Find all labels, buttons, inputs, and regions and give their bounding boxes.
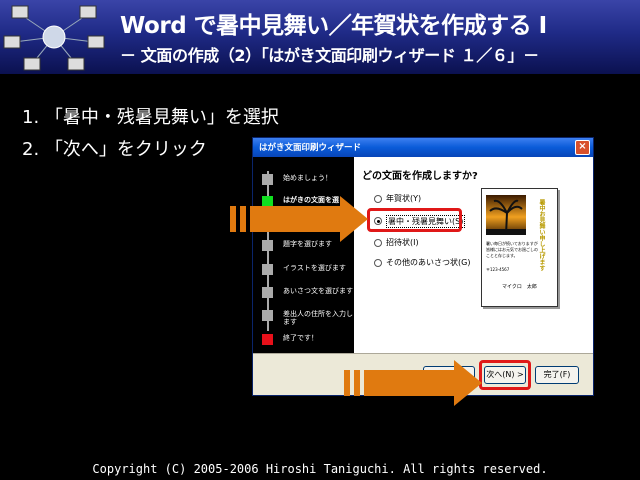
preview-postal-code: 〒123-4567 bbox=[486, 267, 510, 272]
sidebar-step-sender: 差出人の住所を入力します bbox=[253, 307, 354, 327]
wizard-window: はがき文面印刷ウィザード × 始めましょう！ はがきの文面を選 題字を選びます … bbox=[252, 137, 594, 396]
palm-sunset-illustration bbox=[486, 195, 526, 236]
slide-subtitle: － 文面の作成（2）「はがき文面印刷ウィザード １／６」－ bbox=[120, 46, 539, 65]
radio-label[interactable]: 年賀状(Y) bbox=[386, 193, 421, 204]
step-marker-icon bbox=[262, 310, 273, 321]
highlight-box-next bbox=[479, 360, 531, 390]
wizard-titlebar[interactable]: はがき文面印刷ウィザード × bbox=[253, 138, 593, 157]
wizard-step-sidebar: 始めましょう！ はがきの文面を選 題字を選びます イラストを選びます あいさつ文… bbox=[253, 157, 354, 353]
arrow-to-option-icon bbox=[230, 196, 368, 242]
finish-button[interactable]: 完了(F) bbox=[535, 366, 579, 384]
sidebar-step-greeting: あいさつ文を選びます bbox=[253, 284, 354, 304]
radio-label[interactable]: その他のあいさつ状(G) bbox=[386, 257, 470, 268]
copyright-notice: Copyright (C) 2005-2006 Hiroshi Taniguch… bbox=[92, 462, 548, 476]
sidebar-step-illustration: イラストを選びます bbox=[253, 261, 354, 281]
sidebar-step-label: 終了です！ bbox=[283, 334, 318, 342]
sidebar-step-label: あいさつ文を選びます bbox=[283, 287, 353, 295]
preview-text-line: ことと存じます。 bbox=[486, 253, 518, 258]
wizard-main-panel: どの文面を作成しますか? 年賀状(Y) 暑中・残暑見舞い(S) 招待状(I) そ… bbox=[354, 157, 593, 353]
sidebar-step-start: 始めましょう！ bbox=[253, 171, 354, 191]
network-computers-icon bbox=[3, 5, 105, 71]
finish-marker-icon bbox=[262, 334, 273, 345]
instruction-step-2: 2. 「次へ」をクリック bbox=[22, 139, 207, 160]
palm-tree-icon bbox=[486, 199, 526, 236]
close-button[interactable]: × bbox=[575, 140, 590, 155]
arrow-to-next-icon bbox=[344, 360, 482, 406]
preview-vertical-greeting: 暑中お見舞い申し上げます bbox=[538, 199, 545, 271]
preview-text-line: 暑い毎日が続いておりますが bbox=[486, 241, 538, 246]
preview-sender-name: マイクロ 太郎 bbox=[502, 284, 537, 290]
step-marker-icon bbox=[262, 264, 273, 275]
sidebar-step-label: 始めましょう！ bbox=[283, 174, 332, 182]
sidebar-step-label: イラストを選びます bbox=[283, 264, 346, 272]
instruction-step-1: 1. 「暑中・残暑見舞い」を選択 bbox=[22, 107, 279, 128]
radio-button-icon[interactable] bbox=[374, 195, 382, 203]
slide-title: Word で暑中見舞い／年賀状を作成する I bbox=[120, 13, 547, 39]
postcard-preview: 暑中お見舞い申し上げます 暑い毎日が続いておりますが 皆様にはお元気でお過ごしの… bbox=[481, 188, 558, 307]
radio-button-icon[interactable] bbox=[374, 259, 382, 267]
step-marker-icon bbox=[262, 287, 273, 298]
slide-header: Word で暑中見舞い／年賀状を作成する I － 文面の作成（2）「はがき文面印… bbox=[0, 0, 640, 74]
preview-text-line: 皆様にはお元気でお過ごしの bbox=[486, 247, 538, 252]
radio-label[interactable]: 招待状(I) bbox=[386, 237, 419, 248]
sidebar-step-finish: 終了です！ bbox=[253, 331, 354, 351]
sidebar-step-label: 差出人の住所を入力します bbox=[283, 310, 353, 326]
radio-button-icon[interactable] bbox=[374, 239, 382, 247]
highlight-box-option bbox=[367, 208, 462, 232]
wizard-question: どの文面を作成しますか? bbox=[362, 171, 478, 182]
wizard-title: はがき文面印刷ウィザード bbox=[259, 143, 362, 153]
step-marker-icon bbox=[262, 174, 273, 185]
